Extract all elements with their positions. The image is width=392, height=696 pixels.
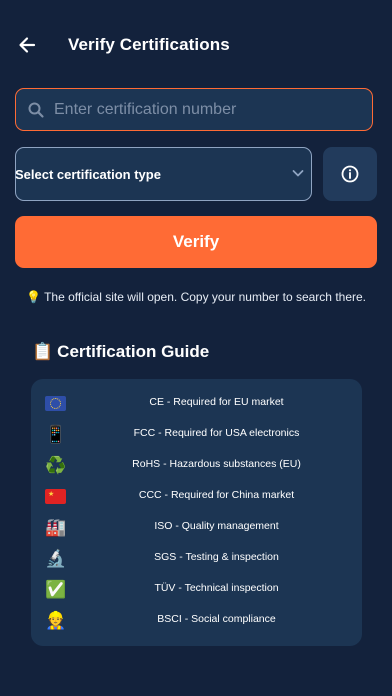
note-text: The official site will open. Copy your n…	[44, 290, 366, 304]
guide-item-text: SGS - Testing & inspection	[154, 551, 279, 563]
guide-item-text: CCC - Required for China market	[138, 489, 295, 501]
guide-item-iso: 🏭 ISO - Quality management	[31, 515, 362, 541]
guide-item-text: ISO - Quality management	[154, 520, 279, 532]
guide-item-text: FCC - Required for USA electronics	[133, 427, 300, 439]
worker-icon: 👷	[45, 611, 67, 630]
guide-item-text: TÜV - Technical inspection	[154, 582, 279, 594]
guide-item-text: CE - Required for EU market	[149, 396, 284, 408]
microscope-icon: 🔬	[45, 549, 67, 568]
guide-item-sgs: 🔬 SGS - Testing & inspection	[31, 546, 362, 572]
search-icon	[27, 101, 45, 119]
check-mark-icon: ✅	[45, 580, 67, 599]
select-label: Select certification type	[15, 166, 161, 182]
clipboard-icon: 📋	[32, 342, 54, 361]
mobile-phone-icon: 📱	[45, 425, 67, 444]
guide-item-ccc: ★ CCC - Required for China market	[31, 484, 362, 510]
page-title: Verify Certifications	[68, 35, 230, 54]
guide-title: 📋 Certification Guide	[32, 342, 209, 362]
china-flag-icon: ★	[45, 489, 66, 504]
info-button[interactable]	[323, 147, 377, 201]
info-circle-icon	[341, 165, 359, 183]
search-field[interactable]	[15, 88, 373, 131]
chevron-down-icon	[292, 170, 304, 177]
guide-item-text: RoHS - Hazardous substances (EU)	[132, 458, 301, 470]
eu-flag-icon	[45, 396, 66, 411]
back-button[interactable]	[14, 32, 40, 58]
guide-item-bsci: 👷 BSCI - Social compliance	[31, 608, 362, 634]
app-header: Verify Certifications	[0, 26, 392, 66]
verify-button[interactable]: Verify	[15, 216, 377, 268]
guide-card: CE - Required for EU market 📱 FCC - Requ…	[31, 379, 362, 646]
guide-item-text: BSCI - Social compliance	[157, 613, 276, 625]
guide-item-ce: CE - Required for EU market	[31, 391, 362, 417]
guide-item-fcc: 📱 FCC - Required for USA electronics	[31, 422, 362, 448]
certification-number-input[interactable]	[54, 100, 372, 119]
info-note: 💡 The official site will open. Copy your…	[0, 290, 392, 304]
recycle-icon: ♻️	[45, 456, 67, 475]
arrow-left-icon	[19, 37, 36, 53]
factory-icon: 🏭	[45, 518, 67, 537]
certification-type-select[interactable]: Select certification type	[15, 147, 312, 201]
lightbulb-icon: 💡	[25, 290, 41, 304]
guide-item-tuv: ✅ TÜV - Technical inspection	[31, 577, 362, 603]
guide-item-rohs: ♻️ RoHS - Hazardous substances (EU)	[31, 453, 362, 479]
guide-title-text: Certification Guide	[57, 342, 210, 361]
